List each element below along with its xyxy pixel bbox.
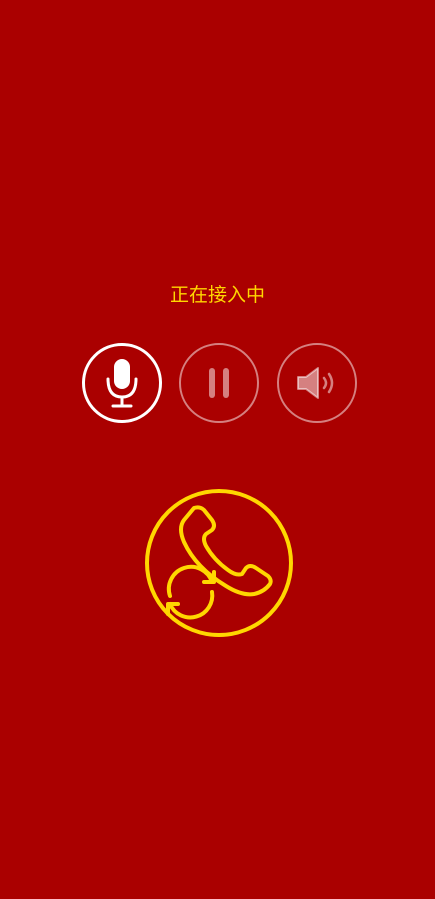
call-screen: 正在接入中 xyxy=(0,0,435,899)
hold-call-button[interactable] xyxy=(179,343,259,423)
pause-icon xyxy=(205,366,233,400)
mute-microphone-button[interactable] xyxy=(82,343,162,423)
answer-call-button[interactable] xyxy=(144,488,294,638)
call-status-text: 正在接入中 xyxy=(169,284,265,306)
speaker-button[interactable] xyxy=(277,343,357,423)
call-controls xyxy=(0,343,435,425)
microphone-icon xyxy=(102,357,142,409)
speaker-icon xyxy=(294,365,340,401)
phone-transfer-icon xyxy=(144,488,294,638)
